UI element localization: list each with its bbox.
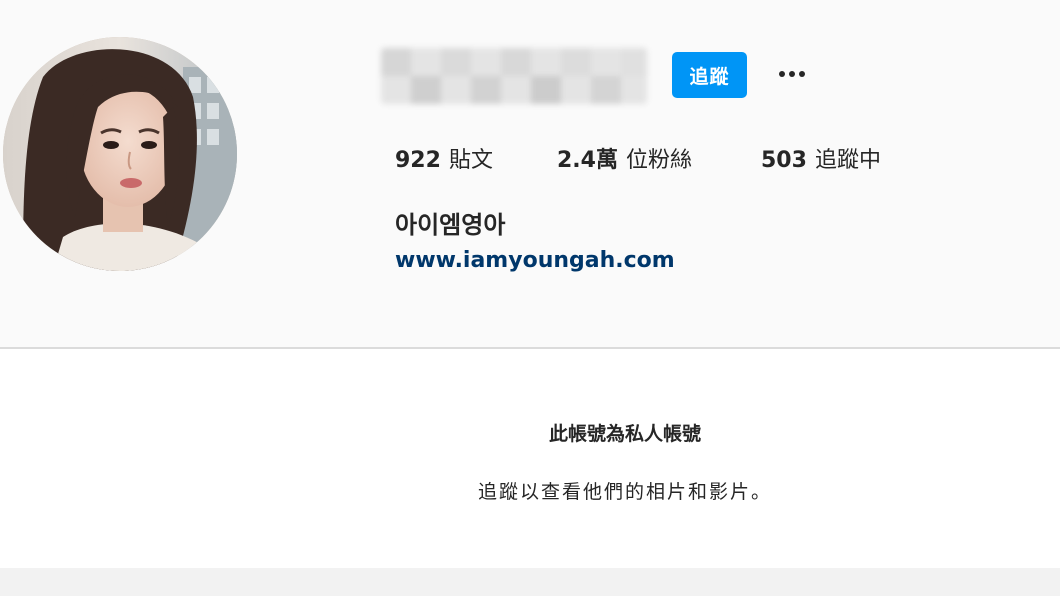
- profile-avatar[interactable]: [3, 37, 237, 271]
- private-account-panel: 此帳號為私人帳號 追蹤以查看他們的相片和影片。: [0, 349, 1060, 568]
- avatar-photo: [3, 37, 237, 271]
- dot: [789, 71, 795, 77]
- posts-label: 貼文: [448, 148, 493, 173]
- followers-stat[interactable]: 2.4萬 位粉絲: [557, 142, 761, 174]
- display-name: 아이엠영아: [395, 211, 506, 239]
- following-label: 追蹤中: [814, 148, 881, 173]
- posts-count: 922: [395, 148, 441, 173]
- more-options-icon[interactable]: [770, 60, 814, 88]
- username-blurred: [381, 48, 647, 104]
- followers-label: 位粉絲: [625, 148, 692, 173]
- follow-button[interactable]: 追蹤: [672, 52, 747, 98]
- private-title: 此帳號為私人帳號: [548, 423, 701, 445]
- profile-stats: 922 貼文 2.4萬 位粉絲 503 追蹤中: [395, 142, 881, 174]
- private-subtitle: 追蹤以查看他們的相片和影片。: [477, 481, 772, 503]
- dot: [799, 71, 805, 77]
- following-count: 503: [761, 148, 807, 173]
- website-link[interactable]: www.iamyoungah.com: [395, 248, 675, 273]
- following-stat[interactable]: 503 追蹤中: [761, 142, 881, 174]
- profile-page: 追蹤 922 貼文 2.4萬 位粉絲 503 追蹤中 아이엠영아 www.iam…: [0, 0, 1060, 596]
- dot: [779, 71, 785, 77]
- bottom-strip: [0, 568, 1060, 596]
- followers-count: 2.4萬: [557, 148, 618, 173]
- posts-stat: 922 貼文: [395, 142, 557, 174]
- profile-header: 追蹤 922 貼文 2.4萬 位粉絲 503 追蹤中 아이엠영아 www.iam…: [0, 0, 1060, 348]
